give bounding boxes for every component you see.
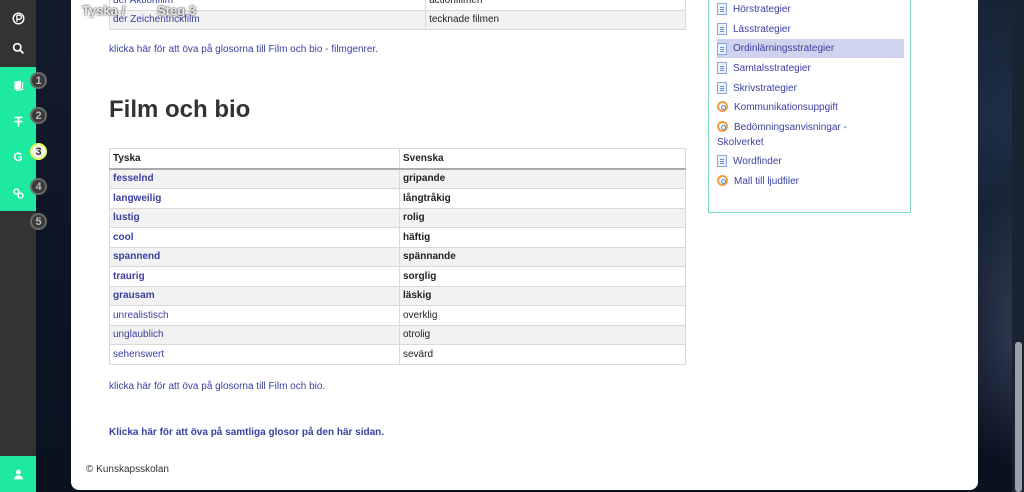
swedish-cell: läskig: [399, 285, 686, 306]
table-row: sehenswert sevärd: [109, 344, 686, 365]
document-icon: [717, 23, 727, 35]
swedish-cell: häftig: [399, 227, 686, 248]
sidebar-item-ordinlarningsstrategier[interactable]: Ordinlärningsstrategier: [717, 39, 904, 58]
links-button[interactable]: [0, 175, 36, 211]
link-chain-icon: [12, 187, 24, 199]
sidebar-item-label: Kommunikationsuppgift: [734, 102, 838, 113]
left-rail: G: [0, 0, 36, 492]
german-cell: lustig: [109, 207, 400, 228]
table-row: grausam läskig: [109, 285, 686, 306]
practice-genres-link[interactable]: klicka här för att öva på glosorna till …: [109, 44, 378, 55]
german-cell: unglaublich: [109, 324, 400, 345]
breadcrumb-step[interactable]: Steg 3: [157, 3, 196, 18]
sidebar-item-mall-till-ljudfiler[interactable]: Mall till ljudfiler: [717, 175, 799, 189]
step-3[interactable]: 3: [30, 143, 47, 160]
swedish-cell: rolig: [399, 207, 686, 228]
swedish-cell: spännande: [399, 246, 686, 267]
sidebar-item-lasstrategier[interactable]: Lässtrategier: [717, 23, 791, 37]
resource-sidebar: Hörstrategier Lässtrategier Ordinlärning…: [708, 0, 911, 213]
column-header-german: Tyska: [109, 148, 400, 170]
table-row: traurig sorglig: [109, 266, 686, 287]
step-5[interactable]: 5: [30, 213, 47, 230]
column-header-swedish: Svenska: [399, 148, 686, 170]
swedish-cell: otrolig: [399, 324, 686, 345]
german-cell: fesselnd: [109, 168, 400, 189]
table-row: lustig rolig: [109, 207, 686, 228]
sidebar-item-label: Hörstrategier: [733, 4, 791, 15]
practice-all-link[interactable]: Klicka här för att öva på samtliga gloso…: [109, 427, 384, 438]
sidebar-item-samtalsstrategier[interactable]: Samtalsstrategier: [717, 62, 811, 76]
german-cell: unrealistisch: [109, 305, 400, 326]
sidebar-item-label: Wordfinder: [733, 156, 782, 167]
table-row: spannend spännande: [109, 246, 686, 267]
step-4[interactable]: 4: [30, 178, 47, 195]
table-header-row: Tyska Svenska: [109, 148, 686, 170]
sidebar-item-kommunikationsuppgift[interactable]: Kommunikationsuppgift: [717, 101, 838, 115]
breadcrumb-subject[interactable]: Tyska /: [82, 3, 125, 18]
swedish-cell: overklig: [399, 305, 686, 326]
logo-icon: [11, 11, 25, 25]
german-cell: cool: [109, 227, 400, 248]
table-row: fesselnd gripande: [109, 168, 686, 189]
strikethrough-button[interactable]: [0, 103, 36, 139]
link-icon: [717, 175, 728, 186]
sidebar-item-label: Lässtrategier: [733, 24, 791, 35]
sidebar-item-skrivstrategier[interactable]: Skrivstrategier: [717, 82, 797, 96]
sidebar-item-label: Bedömningsanvisningar -: [734, 122, 847, 133]
copyright-footer: © Kunskapsskolan: [86, 464, 169, 475]
swedish-cell: gripande: [399, 168, 686, 189]
sidebar-item-label: Ordinlärningsstrategier: [733, 42, 835, 54]
sidebar-item-label: Samtalsstrategier: [733, 63, 811, 74]
german-cell: spannend: [109, 246, 400, 267]
g-letter-icon: G: [13, 150, 23, 164]
section-heading: Film och bio: [109, 96, 251, 123]
document-icon: [717, 155, 727, 167]
sidebar-item-label-line2: Skolverket: [717, 137, 764, 148]
sidebar-item-label: Skrivstrategier: [733, 83, 797, 94]
swedish-cell: actionfilmen: [425, 0, 686, 11]
film-vocab-table: Tyska Svenska fesselnd gripande langweili…: [109, 148, 686, 365]
sidebar-item-label: Mall till ljudfiler: [734, 176, 800, 187]
step-1[interactable]: 1: [30, 72, 47, 89]
link-icon: [717, 121, 728, 132]
swedish-cell: tecknade filmen: [425, 9, 686, 30]
table-row: cool häftig: [109, 227, 686, 248]
strikethrough-t-icon: [13, 116, 23, 126]
table-row: unglaublich otrolig: [109, 324, 686, 345]
document-icon: [717, 82, 727, 94]
content-panel: der Aktionfilm actionfilmen der Zeichent…: [71, 0, 978, 490]
document-icon: [717, 62, 727, 74]
document-icon: [717, 42, 727, 55]
practice-film-link[interactable]: klicka här för att öva på glosorna till …: [109, 381, 325, 392]
swedish-cell: sorglig: [399, 266, 686, 287]
german-cell: traurig: [109, 266, 400, 287]
link-icon: [717, 101, 728, 112]
sidebar-item-wordfinder[interactable]: Wordfinder: [717, 155, 782, 169]
german-cell: grausam: [109, 285, 400, 306]
step-2[interactable]: 2: [30, 107, 47, 124]
swedish-cell: sevärd: [399, 344, 686, 365]
swedish-cell: långtråkig: [399, 188, 686, 209]
sidebar-item-horstrategier[interactable]: Hörstrategier: [717, 3, 791, 17]
search-button[interactable]: [0, 30, 36, 66]
sidebar-item-bedomningsanvisningar[interactable]: Bedömningsanvisningar - Skolverket: [717, 121, 847, 150]
scrollbar-thumb[interactable]: [1015, 342, 1022, 492]
search-icon: [12, 42, 24, 54]
user-icon: [13, 469, 23, 479]
table-row: langweilig långtråkig: [109, 188, 686, 209]
german-cell: sehenswert: [109, 344, 400, 365]
document-icon: [717, 3, 727, 15]
user-button[interactable]: [0, 456, 36, 492]
german-cell: langweilig: [109, 188, 400, 209]
book-icon: [13, 80, 23, 91]
table-row: unrealistisch overklig: [109, 305, 686, 326]
grammar-button[interactable]: G: [0, 139, 36, 175]
